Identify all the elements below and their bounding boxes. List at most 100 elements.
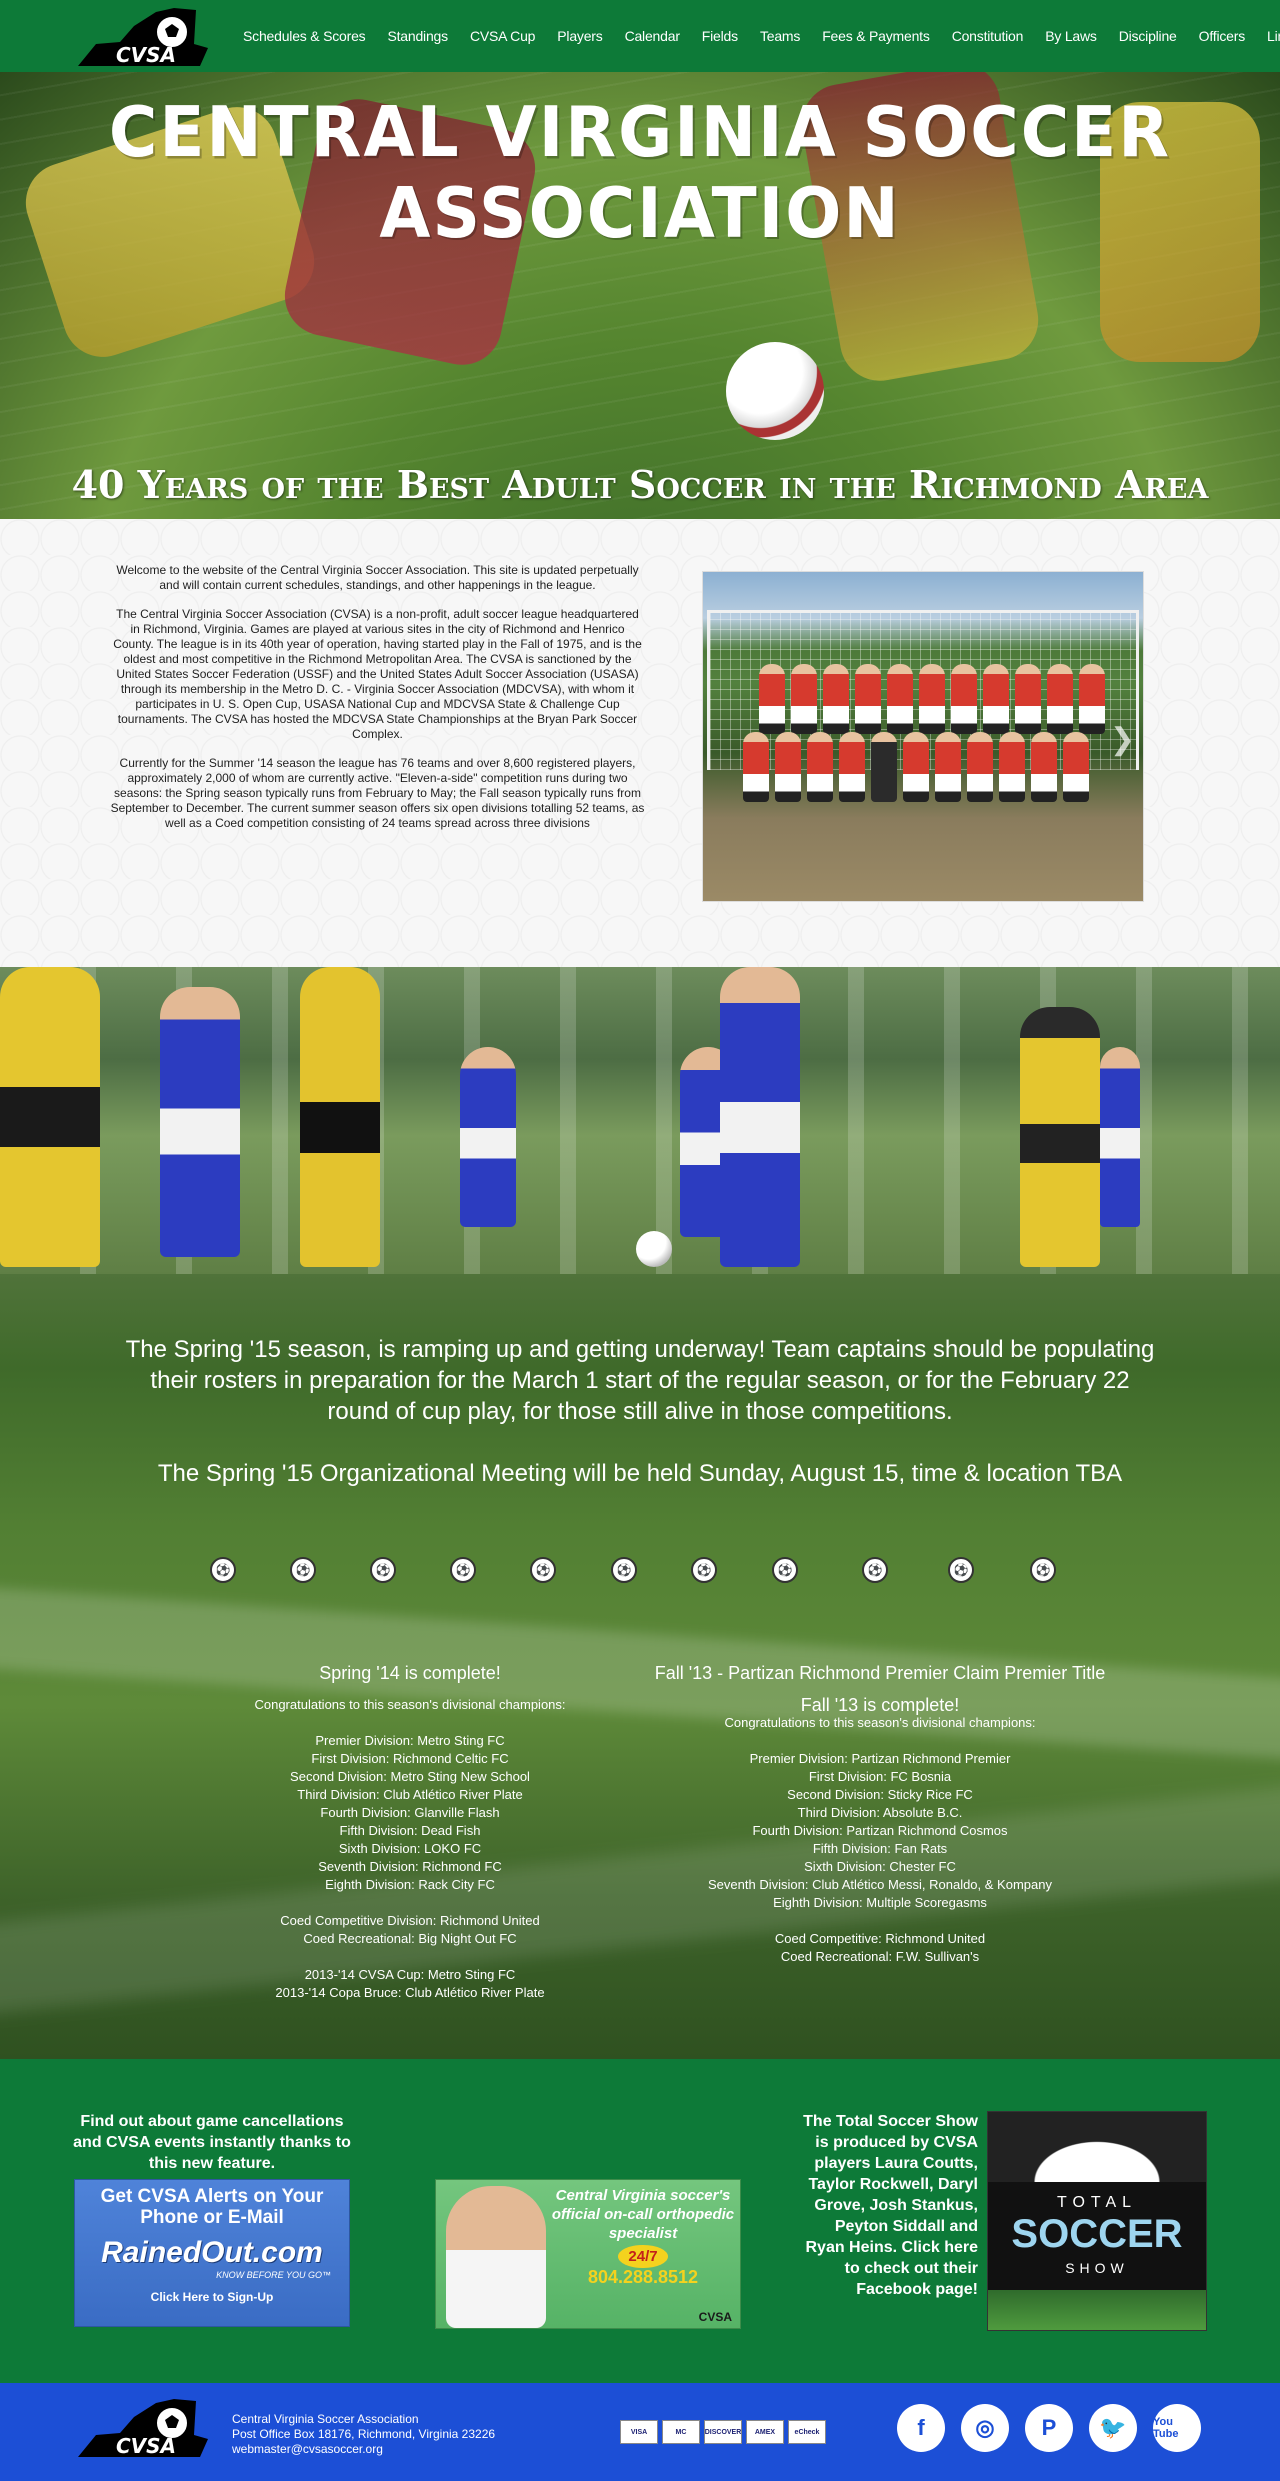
nav-link-schedules-scores[interactable]: Schedules & Scores: [232, 28, 376, 44]
tss-total: TOTAL: [1056, 2194, 1138, 2211]
rainedout-signup-banner[interactable]: Get CVSA Alerts on Your Phone or E-Mail …: [74, 2179, 350, 2327]
list-item: First Division: Richmond Celtic FC: [311, 1751, 509, 1766]
fall-13-division-list: Premier Division: Partizan Richmond Prem…: [630, 1750, 1130, 1912]
nav-link-fees-payments[interactable]: Fees & Payments: [811, 28, 941, 44]
soccer-ball-icon: ⚽: [210, 1557, 236, 1583]
footer-logo-text: CVSA: [116, 2434, 176, 2458]
rainedout-signup-link[interactable]: Click Here to Sign-Up: [75, 2290, 349, 2304]
hero-banner: CENTRAL VIRGINIA SOCCER ASSOCIATION 40 Y…: [0, 72, 1280, 519]
soccer-ball-icon: ⚽: [1030, 1557, 1056, 1583]
fall-13-congrats: Congratulations to this season's divisio…: [724, 1715, 1036, 1730]
soccer-ball-icon: ⚽: [691, 1557, 717, 1583]
nav-link-constitution[interactable]: Constitution: [941, 28, 1035, 44]
list-item: Second Division: Metro Sting New School: [290, 1769, 530, 1784]
nav-link-players[interactable]: Players: [546, 28, 613, 44]
facebook-icon[interactable]: f: [897, 2404, 945, 2452]
youtube-icon[interactable]: You Tube: [1153, 2404, 1201, 2452]
twitter-icon[interactable]: 🐦: [1089, 2404, 1137, 2452]
soccer-ball-icon: ⚽: [370, 1557, 396, 1583]
slideshow-next-arrow[interactable]: ❯: [1110, 722, 1135, 757]
soccer-ball-image: [988, 2112, 1206, 2182]
player-image: [720, 967, 800, 1267]
list-item: Third Division: Club Atlético River Plat…: [297, 1787, 523, 1802]
divider-balls: ⚽ ⚽ ⚽ ⚽ ⚽ ⚽ ⚽ ⚽ ⚽ ⚽ ⚽: [0, 1557, 1280, 1587]
welcome-section: Welcome to the website of the Central Vi…: [0, 519, 1280, 967]
list-item: 2013-'14 Copa Bruce: Club Atlético River…: [275, 1985, 545, 2000]
rainedout-headline: Get CVSA Alerts on Your Phone or E-Mail: [100, 2186, 324, 2228]
nav-links: Schedules & Scores Standings CVSA Cup Playe…: [232, 0, 1280, 72]
orthopedic-sponsor-banner[interactable]: Central Virginia soccer's official on-ca…: [435, 2179, 741, 2329]
soccer-ball-icon: ⚽: [530, 1557, 556, 1583]
spring-14-congrats: Congratulations to this season's divisio…: [254, 1697, 566, 1712]
list-item: Premier Division: Metro Sting FC: [315, 1733, 505, 1748]
list-item: Seventh Division: Richmond FC: [318, 1859, 502, 1874]
nav-link-calendar[interactable]: Calendar: [614, 28, 691, 44]
player-image: [0, 967, 100, 1267]
soccer-ball-icon: ⚽: [862, 1557, 888, 1583]
footer-contact: Central Virginia Soccer Association Post…: [232, 2412, 495, 2457]
soccer-ball-icon: ⚽: [948, 1557, 974, 1583]
fall-13-headline: Fall '13 - Partizan Richmond Premier Cla…: [654, 1663, 1106, 1683]
footer-org-name: Central Virginia Soccer Association: [232, 2412, 419, 2426]
pinterest-icon[interactable]: P: [1025, 2404, 1073, 2452]
rainedout-brand: RainedOut.com: [101, 2236, 323, 2269]
payment-cards: VISA MC DISCOVER AMEX eCheck: [620, 2420, 826, 2444]
site-tagline: 40 Years of the Best Adult Soccer in the…: [71, 462, 1209, 507]
list-item: Fifth Division: Dead Fish: [339, 1823, 481, 1838]
list-item: Fifth Division: Fan Rats: [812, 1841, 948, 1856]
player-image: [1100, 1047, 1140, 1227]
nav-link-links[interactable]: Links: [1256, 28, 1280, 44]
total-soccer-show-description[interactable]: The Total Soccer Show is produced by CVS…: [792, 2111, 978, 2300]
list-item: Fourth Division: Glanville Flash: [320, 1805, 500, 1820]
nav-link-by-laws[interactable]: By Laws: [1034, 28, 1108, 44]
footer-address: Post Office Box 18176, Richmond, Virgini…: [232, 2427, 496, 2441]
list-item: Fourth Division: Partizan Richmond Cosmo…: [752, 1823, 1008, 1838]
footer-cvsa-logo[interactable]: CVSA: [76, 2395, 216, 2459]
doctor-photo: [446, 2186, 546, 2328]
nav-link-standings[interactable]: Standings: [376, 28, 458, 44]
visa-card-icon: VISA: [620, 2420, 658, 2444]
list-item: Eighth Division: Rack City FC: [325, 1877, 495, 1892]
tss-show: SHOW: [1065, 2260, 1129, 2276]
ortho-24-7-badge: 24/7: [618, 2245, 668, 2268]
soccer-ball-icon: ⚽: [772, 1557, 798, 1583]
total-soccer-show-banner[interactable]: TOTAL SOCCER SHOW: [987, 2111, 1207, 2331]
cvsa-logo[interactable]: CVSA: [76, 4, 216, 68]
list-item: Coed Competitive Division: Richmond Unit…: [280, 1913, 540, 1928]
nav-link-officers[interactable]: Officers: [1188, 28, 1256, 44]
welcome-current: Currently for the Summer '14 season the …: [110, 756, 645, 830]
welcome-text: Welcome to the website of the Central Vi…: [110, 563, 645, 845]
rainedout-tagline: KNOW BEFORE YOU GO™: [216, 2270, 331, 2280]
season-news-section: The Spring '15 season, is ramping up and…: [0, 1274, 1280, 2059]
soccer-ball-image: [636, 1231, 672, 1267]
mc-card-icon: MC: [662, 2420, 700, 2444]
list-item: First Division: FC Bosnia: [808, 1769, 952, 1784]
list-item: Sixth Division: LOKO FC: [338, 1841, 482, 1856]
soccer-ball-image: [726, 342, 824, 440]
soccer-ball-icon: ⚽: [450, 1557, 476, 1583]
nav-link-cvsa-cup[interactable]: CVSA Cup: [459, 28, 546, 44]
spring-14-title: Spring '14 is complete!: [319, 1663, 501, 1683]
fall-13-coed-list: Coed Competitive: Richmond United Coed Re…: [630, 1930, 1130, 1966]
list-item: Coed Recreational: Big Night Out FC: [303, 1931, 517, 1946]
spring-14-cup-list: 2013-'14 CVSA Cup: Metro Sting FC 2013-'1…: [210, 1966, 610, 2002]
player-image: [300, 967, 380, 1267]
meeting-notice: The Spring '15 Organizational Meeting wi…: [157, 1460, 1123, 1487]
nav-link-teams[interactable]: Teams: [749, 28, 811, 44]
instagram-icon[interactable]: ◎: [961, 2404, 1009, 2452]
nav-link-fields[interactable]: Fields: [691, 28, 749, 44]
list-item: Sixth Division: Chester FC: [804, 1859, 956, 1874]
tss-soccer: SOCCER: [1011, 2212, 1183, 2256]
list-item: Eighth Division: Multiple Scoregasms: [773, 1895, 987, 1910]
spring-14-results: Spring '14 is complete! Congratulations …: [210, 1664, 610, 2002]
ortho-phone: 804.288.8512: [587, 2267, 699, 2287]
spring-14-division-list: Premier Division: Metro Sting FC First Di…: [210, 1732, 610, 1894]
welcome-about: The Central Virginia Soccer Association …: [113, 607, 642, 741]
ortho-cvsa-logo: CVSA: [698, 2310, 732, 2324]
logo-text: CVSA: [116, 43, 176, 67]
team-photo-slideshow[interactable]: ❯: [702, 571, 1144, 902]
footer-email[interactable]: webmaster@cvsasoccer.org: [232, 2442, 495, 2457]
nav-link-discipline[interactable]: Discipline: [1108, 28, 1188, 44]
spring-14-coed-list: Coed Competitive Division: Richmond Unit…: [210, 1912, 610, 1948]
alerts-description: Find out about game cancellations and CV…: [73, 2113, 351, 2172]
